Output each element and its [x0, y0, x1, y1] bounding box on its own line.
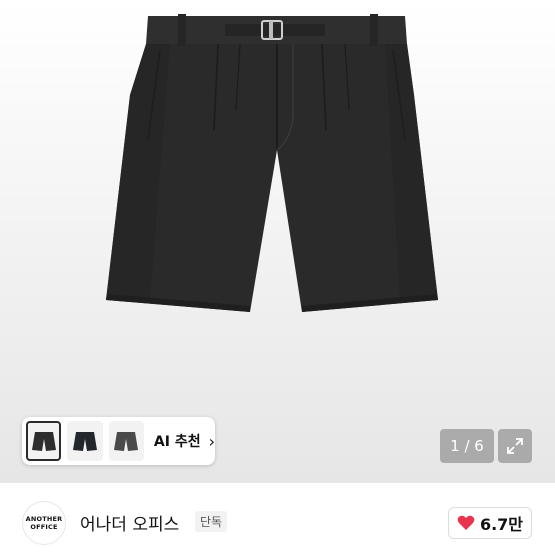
expand-button[interactable]	[498, 429, 532, 463]
thumbnail-3[interactable]	[108, 421, 144, 461]
shorts-thumbnail-icon	[31, 432, 56, 451]
shorts-thumbnail-icon	[73, 432, 97, 451]
like-button[interactable]: 6.7만	[448, 507, 532, 539]
ai-recommend-strip[interactable]: AI 추천 ›	[22, 417, 215, 465]
shorts-thumbnail-icon	[114, 432, 139, 451]
like-count: 6.7만	[479, 515, 524, 534]
thumbnail-2[interactable]	[67, 421, 103, 461]
brand-logo-line2: OFFICE	[30, 523, 58, 531]
ai-recommend-label[interactable]: AI 추천	[154, 431, 201, 451]
thumbnail-1[interactable]	[26, 421, 62, 461]
heart-icon	[457, 515, 475, 530]
brand-bar: ANOTHER OFFICE 어나더 오피스 단독 6.7만	[0, 483, 555, 555]
exclusive-badge: 단독	[195, 511, 228, 532]
product-image-shorts	[106, 14, 438, 312]
brand-logo[interactable]: ANOTHER OFFICE	[22, 501, 66, 545]
brand-logo-line1: ANOTHER	[25, 515, 63, 523]
brand-name[interactable]: 어나더 오피스	[80, 510, 179, 535]
product-image-gallery[interactable]: AI 추천 › 1 / 6	[0, 0, 555, 483]
image-counter: 1 / 6	[440, 429, 494, 463]
expand-icon	[507, 438, 523, 454]
chevron-right-icon[interactable]: ›	[209, 432, 215, 451]
